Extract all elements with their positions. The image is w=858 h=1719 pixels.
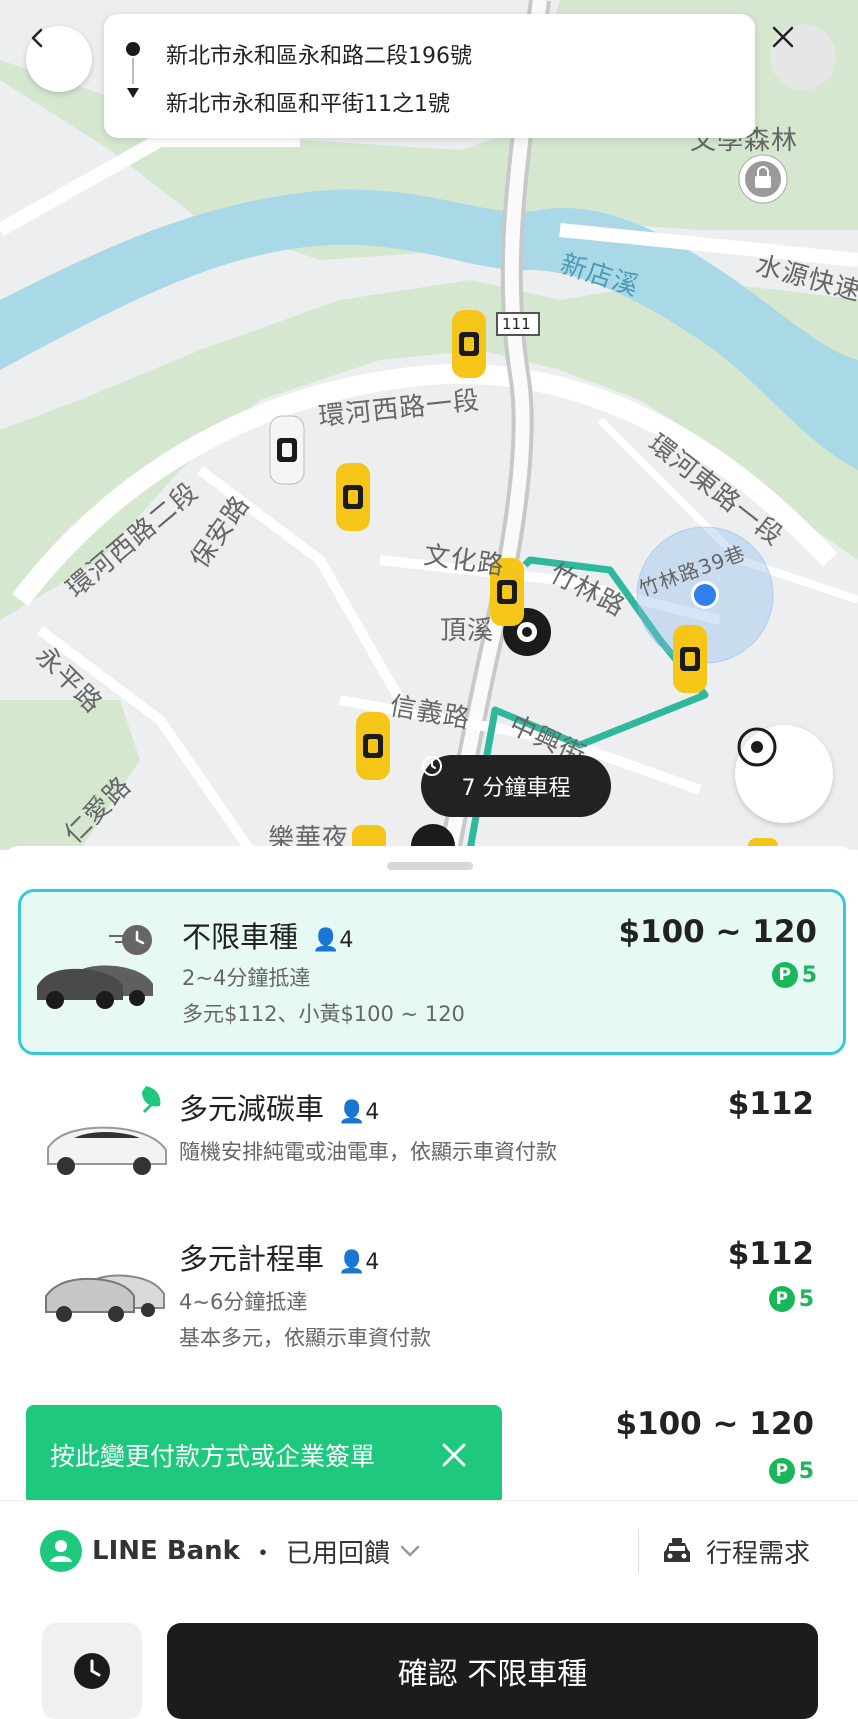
highway-number: 111 bbox=[502, 315, 531, 333]
close-button[interactable] bbox=[770, 24, 836, 90]
car-pair-icon bbox=[37, 925, 153, 1009]
points-value: 5 bbox=[798, 1286, 814, 1312]
vehicle-option-any[interactable]: 不限車種 👤4 2~4分鐘抵達 多元$112、小黃$100 ~ 120 $100 … bbox=[18, 889, 846, 1055]
option-name: 多元減碳車 bbox=[179, 1092, 325, 1126]
confirm-button[interactable]: 確認 不限車種 bbox=[167, 1623, 818, 1719]
chevron-left-icon bbox=[31, 28, 43, 48]
chevron-down-icon bbox=[400, 1545, 420, 1557]
points-value: 5 bbox=[798, 1458, 814, 1484]
points-icon: P bbox=[768, 1458, 795, 1484]
schedule-button[interactable] bbox=[42, 1623, 142, 1719]
trip-request-label: 行程需求 bbox=[706, 1538, 811, 1569]
eta-text: 7 分鐘車程 bbox=[461, 776, 571, 801]
option-price: $100 ~ 120 bbox=[618, 914, 817, 950]
seat-count: 👤4 bbox=[338, 1100, 380, 1125]
payment-separator: ・ bbox=[249, 1538, 276, 1569]
vehicle-option-multi-taxi[interactable]: 多元計程車 👤4 4~6分鐘抵達 基本多元，依顯示車資付款 $112 P 5 bbox=[18, 1226, 840, 1376]
option-detail: 多元$112、小黃$100 ~ 120 bbox=[182, 1002, 465, 1026]
eco-car-icon bbox=[47, 1086, 167, 1175]
close-icon bbox=[772, 26, 794, 48]
user-icon bbox=[40, 1530, 82, 1572]
taxi-icon bbox=[336, 463, 370, 531]
points-reward: P 5 bbox=[768, 1458, 814, 1484]
option-name: 多元計程車 bbox=[179, 1242, 325, 1276]
option-name: 不限車種 bbox=[182, 920, 299, 954]
taxi-icon bbox=[452, 310, 486, 378]
taxi-front-icon bbox=[664, 1538, 690, 1562]
close-icon[interactable] bbox=[440, 1441, 468, 1469]
clock-icon bbox=[74, 1653, 110, 1689]
option-price: $112 bbox=[727, 1236, 814, 1272]
seat-count: 👤4 bbox=[312, 928, 354, 953]
payment-selector[interactable]: LINE Bank ・ 已用回饋 bbox=[40, 1528, 420, 1574]
taxi-icon bbox=[356, 712, 390, 780]
sheet-handle[interactable] bbox=[387, 862, 473, 870]
taxi-icon bbox=[673, 625, 707, 693]
car-icon bbox=[269, 415, 305, 485]
option-arrival: 4~6分鐘抵達 bbox=[179, 1290, 308, 1314]
payment-tip-toast[interactable]: 按此變更付款方式或企業簽單 bbox=[26, 1405, 502, 1519]
clock-icon bbox=[422, 756, 442, 776]
points-reward: P 5 bbox=[771, 962, 817, 988]
toast-text: 按此變更付款方式或企業簽單 bbox=[50, 1442, 376, 1471]
points-icon: P bbox=[768, 1286, 795, 1312]
eta-pill: 7 分鐘車程 bbox=[421, 755, 611, 817]
origin-address[interactable]: 新北市永和區永和路二段196號 bbox=[166, 38, 472, 70]
destination-address[interactable]: 新北市永和區和平街11之1號 bbox=[166, 86, 450, 118]
points-value: 5 bbox=[801, 962, 817, 988]
payment-status: 已用回饋 bbox=[286, 1538, 391, 1569]
locate-me-button[interactable] bbox=[735, 725, 833, 823]
route-dots-icon bbox=[126, 42, 140, 98]
option-arrival: 2~4分鐘抵達 bbox=[182, 966, 311, 990]
map-label: 頂溪 bbox=[440, 616, 495, 646]
trip-request-button[interactable]: 行程需求 bbox=[662, 1528, 810, 1574]
car-pair-icon bbox=[45, 1274, 165, 1322]
vehicle-option-eco[interactable]: 多元減碳車 👤4 隨機安排純電或油電車，依顯示車資付款 $112 bbox=[18, 1076, 840, 1196]
map-view[interactable]: 環河西路一段 環河西路二段 環河東路一段 保安路 文化路 竹林路 竹林路39巷 … bbox=[0, 0, 858, 850]
option-arrival: 隨機安排純電或油電車，依顯示車資付款 bbox=[179, 1140, 557, 1164]
divider bbox=[638, 1529, 639, 1573]
points-icon: P bbox=[771, 962, 798, 988]
bottom-bar: LINE Bank ・ 已用回饋 行程需求 確認 不限車種 bbox=[0, 1500, 858, 1719]
option-price: $112 bbox=[727, 1086, 814, 1122]
back-button[interactable] bbox=[26, 26, 92, 92]
route-summary[interactable]: 新北市永和區永和路二段196號 新北市永和區和平街11之1號 bbox=[104, 14, 755, 138]
points-reward: P 5 bbox=[768, 1286, 814, 1312]
option-price: $100 ~ 120 bbox=[615, 1406, 814, 1442]
payment-bank: LINE Bank bbox=[92, 1536, 240, 1566]
seat-count: 👤4 bbox=[338, 1250, 380, 1275]
target-icon bbox=[737, 727, 777, 767]
option-detail: 基本多元，依顯示車資付款 bbox=[179, 1326, 431, 1350]
